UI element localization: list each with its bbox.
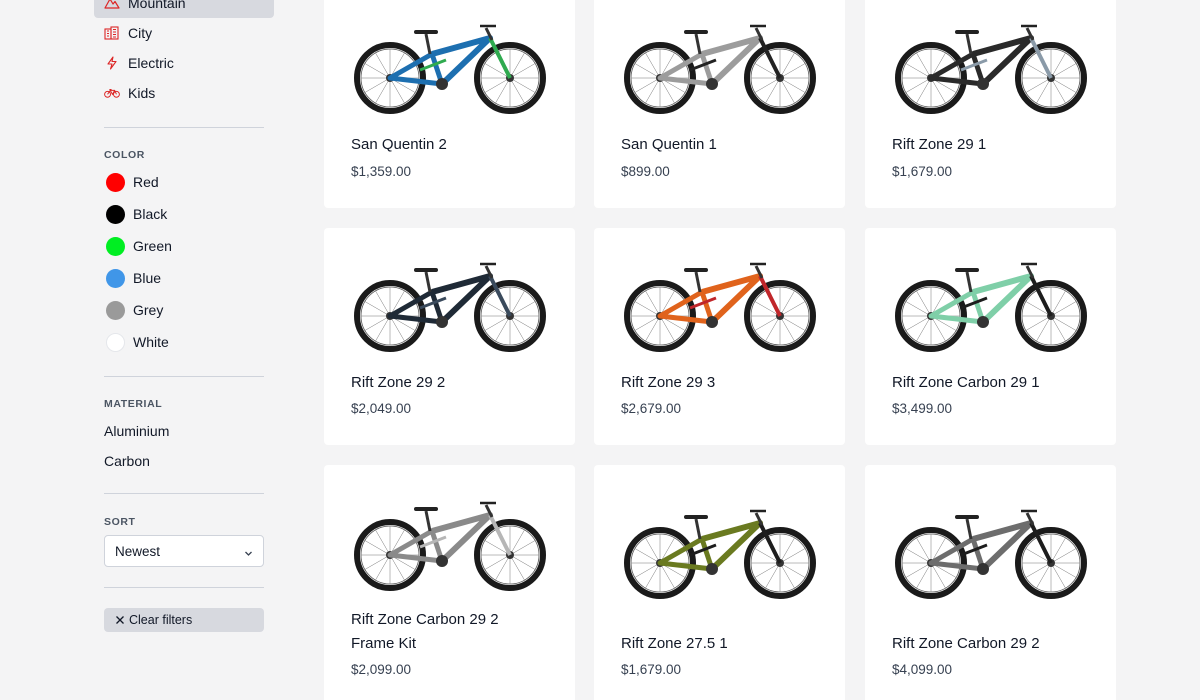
color-label: Green — [133, 238, 172, 254]
product-image — [891, 495, 1091, 615]
product-card[interactable]: Rift Zone 27.5 1 $1,679.00 — [594, 465, 845, 700]
product-name: Rift Zone Carbon 29 1 — [892, 374, 1040, 391]
product-image — [620, 495, 820, 615]
material-option-aluminium[interactable]: Aluminium — [104, 423, 169, 439]
material-section-title: MATERIAL — [104, 398, 163, 410]
divider — [104, 493, 264, 494]
product-price: $2,679.00 — [621, 401, 682, 416]
lightning-icon — [104, 56, 120, 70]
color-label: Grey — [133, 302, 164, 318]
color-swatch — [106, 172, 125, 192]
product-name: Rift Zone 29 2 — [351, 374, 446, 391]
color-option-grey[interactable]: Grey — [104, 298, 163, 322]
divider — [104, 587, 264, 588]
product-image — [350, 248, 550, 368]
category-label: Kids — [128, 85, 156, 101]
filters-sidebar: Mountain City Electric Kids COLOR Red Bl… — [0, 0, 300, 700]
product-card[interactable]: Rift Zone 29 3 $2,679.00 — [594, 228, 845, 445]
product-price: $2,099.00 — [351, 662, 412, 677]
category-city[interactable]: City — [94, 18, 274, 48]
color-label: Red — [133, 174, 159, 190]
color-label: Blue — [133, 270, 162, 286]
product-price: $1,679.00 — [892, 164, 953, 179]
bicycle-illustration — [895, 262, 1087, 352]
product-price: $1,359.00 — [351, 164, 412, 179]
product-name: Rift Zone 27.5 1 — [621, 635, 728, 652]
clear-filters-label: Clear filters — [129, 613, 193, 627]
clear-filters-button[interactable]: Clear filters — [104, 608, 264, 632]
product-card[interactable]: Rift Zone Carbon 29 2 Frame Kit $2,099.0… — [324, 465, 575, 700]
product-name-line: Rift Zone Carbon 29 2 — [351, 611, 499, 628]
color-label: White — [133, 334, 169, 350]
product-card[interactable]: Rift Zone 29 2 $2,049.00 — [324, 228, 575, 445]
material-option-carbon[interactable]: Carbon — [104, 453, 150, 469]
bicycle-illustration — [624, 509, 816, 599]
bicycle-illustration — [354, 24, 546, 114]
product-name: Rift Zone Carbon 29 2 Frame Kit — [351, 608, 555, 656]
divider — [104, 376, 264, 377]
product-name: Rift Zone 29 1 — [892, 136, 987, 153]
product-name: San Quentin 2 — [351, 136, 447, 153]
product-card[interactable]: Rift Zone 29 1 $1,679.00 — [865, 0, 1116, 208]
color-option-red[interactable]: Red — [104, 170, 159, 194]
product-price: $899.00 — [621, 164, 670, 179]
category-label: Mountain — [128, 0, 186, 11]
product-price: $3,499.00 — [892, 401, 953, 416]
bicycle-illustration — [354, 262, 546, 352]
sort-selected-value: Newest — [115, 543, 161, 559]
product-price: $2,049.00 — [351, 401, 412, 416]
color-swatch — [106, 236, 125, 256]
color-option-green[interactable]: Green — [104, 234, 172, 258]
product-name: San Quentin 1 — [621, 136, 717, 153]
chevron-down-icon — [244, 546, 253, 561]
color-swatch — [106, 268, 125, 288]
product-card[interactable]: San Quentin 1 $899.00 — [594, 0, 845, 208]
city-icon — [104, 26, 120, 40]
bicycle-icon — [104, 86, 120, 100]
product-name: Rift Zone Carbon 29 2 — [892, 635, 1040, 652]
product-name: Rift Zone 29 3 — [621, 374, 716, 391]
color-option-black[interactable]: Black — [104, 202, 167, 226]
product-image — [620, 10, 820, 130]
product-image — [350, 487, 550, 607]
product-name-line: Frame Kit — [351, 635, 417, 652]
bicycle-illustration — [895, 509, 1087, 599]
bicycle-illustration — [624, 24, 816, 114]
bicycle-illustration — [895, 24, 1087, 114]
product-card[interactable]: Rift Zone Carbon 29 1 $3,499.00 — [865, 228, 1116, 445]
product-price: $1,679.00 — [621, 662, 682, 677]
product-price: $4,099.00 — [892, 662, 953, 677]
bicycle-illustration — [354, 501, 546, 591]
sort-select[interactable]: Newest — [104, 535, 264, 567]
color-swatch — [106, 204, 125, 224]
product-card[interactable]: Rift Zone Carbon 29 2 $4,099.00 — [865, 465, 1116, 700]
close-icon — [115, 615, 125, 625]
sort-section-title: SORT — [104, 516, 136, 528]
category-kids[interactable]: Kids — [94, 78, 274, 108]
color-section-title: COLOR — [104, 149, 145, 161]
mountain-icon — [104, 0, 120, 10]
color-option-blue[interactable]: Blue — [104, 266, 161, 290]
product-image — [620, 248, 820, 368]
product-image — [891, 10, 1091, 130]
divider — [104, 127, 264, 128]
color-option-white[interactable]: White — [104, 330, 169, 354]
color-swatch — [106, 332, 125, 352]
category-electric[interactable]: Electric — [94, 48, 274, 78]
color-swatch — [106, 300, 125, 320]
product-image — [891, 248, 1091, 368]
product-card[interactable]: San Quentin 2 $1,359.00 — [324, 0, 575, 208]
category-label: City — [128, 25, 153, 41]
product-image — [350, 10, 550, 130]
color-label: Black — [133, 206, 168, 222]
category-label: Electric — [128, 55, 174, 71]
category-mountain[interactable]: Mountain — [94, 0, 274, 18]
bicycle-illustration — [624, 262, 816, 352]
